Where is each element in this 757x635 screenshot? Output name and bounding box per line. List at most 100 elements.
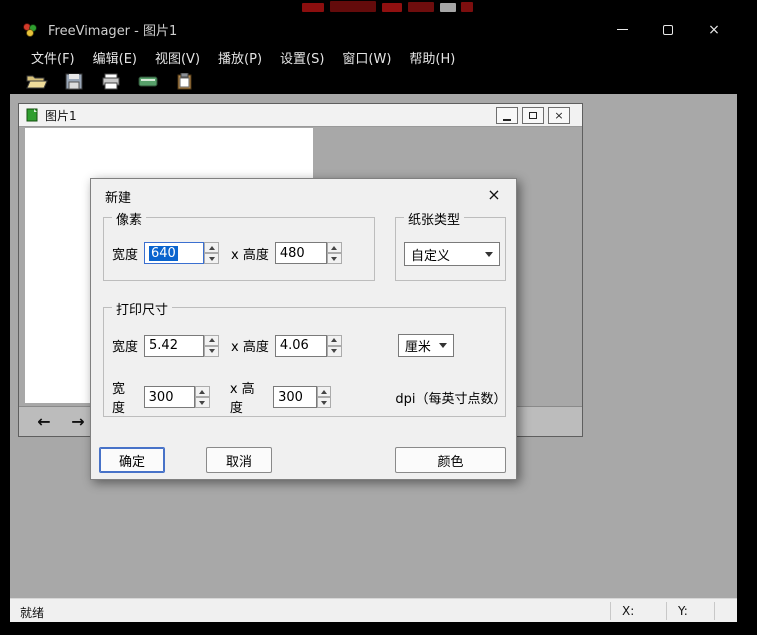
scanner-icon xyxy=(138,73,158,90)
up-arrow-icon xyxy=(331,338,337,342)
paper-type-group: 纸张类型 自定义 xyxy=(395,217,506,281)
pixel-width-input[interactable]: 640 xyxy=(144,242,204,264)
screen-artifact xyxy=(440,3,456,12)
pixel-width-value: 640 xyxy=(149,246,178,261)
down-arrow-icon xyxy=(209,257,215,261)
child-minimize-button[interactable] xyxy=(496,107,518,124)
print-size-group-label: 打印尺寸 xyxy=(112,299,172,318)
dpi-width-value: 300 xyxy=(149,390,174,405)
back-arrow-icon: ← xyxy=(37,414,50,430)
pixel-height-input[interactable]: 480 xyxy=(275,242,327,264)
maximize-icon xyxy=(663,25,673,35)
menubar: 文件(F) 编辑(E) 视图(V) 播放(P) 设置(S) 窗口(W) 帮助(H… xyxy=(10,45,737,69)
minimize-button[interactable] xyxy=(599,14,645,45)
spinner-down[interactable] xyxy=(327,346,342,357)
main-toolbar xyxy=(10,69,737,94)
up-arrow-icon xyxy=(199,390,205,394)
chevron-down-icon xyxy=(439,343,447,348)
menu-item-view[interactable]: 视图(V) xyxy=(146,45,209,70)
unit-value: 厘米 xyxy=(405,336,431,355)
print-height-input[interactable]: 4.06 xyxy=(275,335,327,357)
spinner-down[interactable] xyxy=(327,253,342,264)
open-file-button[interactable] xyxy=(24,71,50,93)
maximize-button[interactable] xyxy=(645,14,691,45)
color-button[interactable]: 颜色 xyxy=(395,447,506,473)
up-arrow-icon xyxy=(331,246,337,250)
clipboard-icon xyxy=(175,73,195,90)
paste-button[interactable] xyxy=(172,71,198,93)
spinner-down[interactable] xyxy=(317,397,332,408)
pixels-group: 像素 宽度 640 x 高度 480 xyxy=(103,217,375,281)
menu-item-window[interactable]: 窗口(W) xyxy=(333,45,400,70)
statusbar-divider xyxy=(714,602,715,620)
statusbar-divider xyxy=(666,602,667,620)
pixel-height-spinner xyxy=(327,242,342,264)
chevron-down-icon xyxy=(485,252,493,257)
forward-arrow-icon: → xyxy=(71,414,84,430)
pixels-group-label: 像素 xyxy=(112,209,146,228)
spinner-down[interactable] xyxy=(195,397,210,408)
up-arrow-icon xyxy=(209,338,215,342)
spinner-down[interactable] xyxy=(204,253,219,264)
up-arrow-icon xyxy=(209,246,215,250)
dpi-unit-label: dpi（每英寸点数） xyxy=(395,388,505,407)
pixel-height-label: x 高度 xyxy=(231,244,269,263)
dpi-width-label: 宽度 xyxy=(112,378,138,416)
dpi-width-input[interactable]: 300 xyxy=(144,386,195,408)
dialog-close-button[interactable]: × xyxy=(482,184,506,205)
menu-item-help[interactable]: 帮助(H) xyxy=(400,45,464,70)
child-restore-icon xyxy=(529,112,537,119)
child-close-icon: × xyxy=(554,109,563,122)
statusbar: 就绪 X: Y: xyxy=(10,598,737,622)
back-button[interactable]: ← xyxy=(31,411,57,433)
menu-item-edit[interactable]: 编辑(E) xyxy=(84,45,146,70)
paper-type-select[interactable]: 自定义 xyxy=(404,242,500,266)
unit-select[interactable]: 厘米 xyxy=(398,334,454,357)
pixel-width-label: 宽度 xyxy=(112,244,138,263)
folder-open-icon xyxy=(26,73,48,90)
spinner-up[interactable] xyxy=(317,386,332,397)
statusbar-divider xyxy=(610,602,611,620)
spinner-up[interactable] xyxy=(195,386,210,397)
print-height-spinner xyxy=(327,335,342,357)
dpi-height-input[interactable]: 300 xyxy=(273,386,316,408)
paper-type-group-label: 纸张类型 xyxy=(404,209,464,228)
down-arrow-icon xyxy=(199,401,205,405)
window-title: FreeVimager - 图片1 xyxy=(48,20,177,39)
scan-button[interactable] xyxy=(135,71,161,93)
down-arrow-icon xyxy=(331,349,337,353)
child-restore-button[interactable] xyxy=(522,107,544,124)
forward-button[interactable]: → xyxy=(65,411,91,433)
menu-item-file[interactable]: 文件(F) xyxy=(22,45,84,70)
menu-item-settings[interactable]: 设置(S) xyxy=(271,45,333,70)
ok-button[interactable]: 确定 xyxy=(99,447,165,473)
dialog-title: 新建 xyxy=(105,187,131,206)
app-logo-icon xyxy=(22,22,38,38)
new-image-dialog: 新建 × 像素 宽度 640 xyxy=(90,178,517,480)
print-width-input[interactable]: 5.42 xyxy=(144,335,204,357)
spinner-up[interactable] xyxy=(327,335,342,346)
down-arrow-icon xyxy=(209,349,215,353)
image-window-title: 图片1 xyxy=(45,107,77,124)
spinner-up[interactable] xyxy=(204,242,219,253)
dpi-height-value: 300 xyxy=(278,390,303,405)
child-close-button[interactable]: × xyxy=(548,107,570,124)
screen-artifact xyxy=(302,3,324,12)
menu-item-play[interactable]: 播放(P) xyxy=(209,45,271,70)
spinner-up[interactable] xyxy=(204,335,219,346)
close-button[interactable]: × xyxy=(691,14,737,45)
minimize-icon xyxy=(617,29,628,30)
app-window: FreeVimager - 图片1 × 文件(F) 编辑(E) 视图(V) 播放… xyxy=(10,14,737,622)
spinner-down[interactable] xyxy=(204,346,219,357)
spinner-up[interactable] xyxy=(327,242,342,253)
floppy-icon xyxy=(64,73,84,90)
cancel-button[interactable]: 取消 xyxy=(206,447,272,473)
print-width-value: 5.42 xyxy=(149,338,178,353)
dpi-width-spinner xyxy=(195,386,210,408)
print-button[interactable] xyxy=(98,71,124,93)
print-width-label: 宽度 xyxy=(112,336,138,355)
save-button[interactable] xyxy=(61,71,87,93)
screen-artifact xyxy=(461,2,473,12)
screen-artifact xyxy=(382,3,402,12)
print-size-group: 打印尺寸 宽度 5.42 x 高度 4.06 xyxy=(103,307,506,417)
